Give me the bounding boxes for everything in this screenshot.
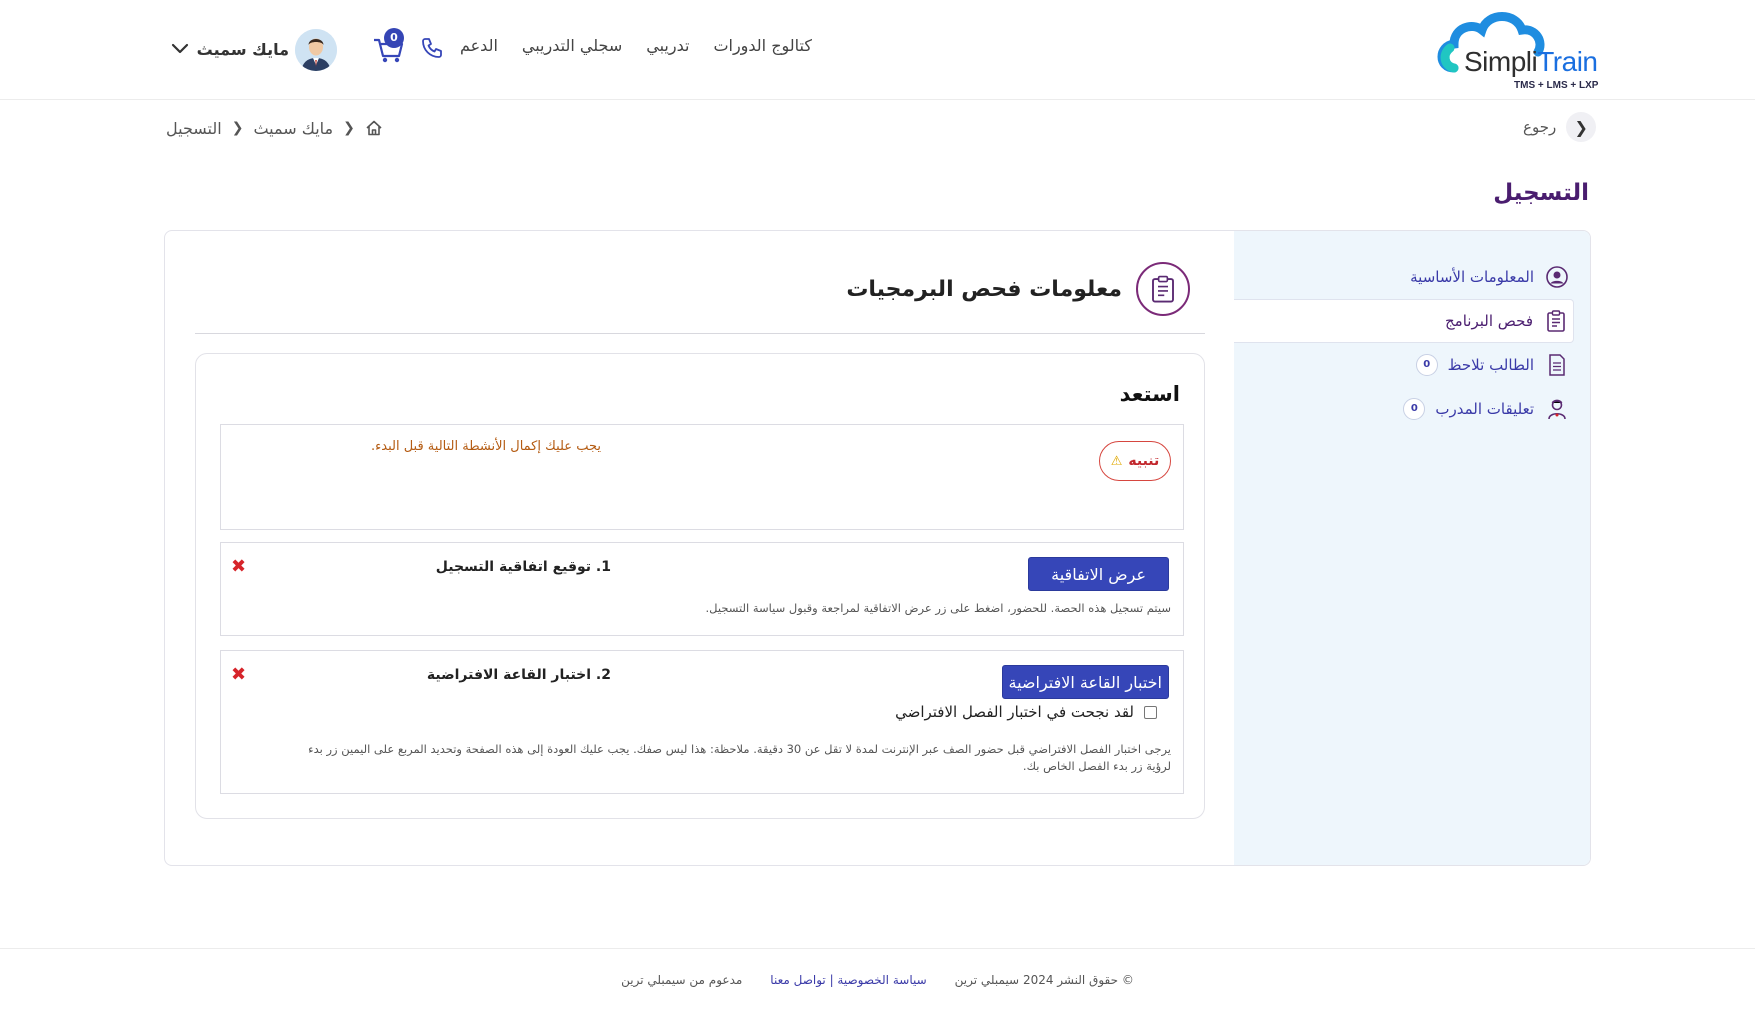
checkbox[interactable] [1144, 705, 1157, 719]
section-divider [195, 333, 1205, 334]
logo-text: SimpliTrain [1464, 46, 1598, 77]
section-header: معلومات فحص البرمجيات [846, 261, 1190, 317]
footer-row: © حقوق النشر 2024 سيمبلي ترين سياسة الخص… [0, 973, 1755, 987]
nav-my-training[interactable]: تدريبي [646, 36, 689, 62]
cart-count-badge: 0 [384, 28, 404, 48]
breadcrumb-separator-icon: ❯ [231, 120, 244, 136]
footer-links[interactable]: سياسة الخصوصية | تواصل معنا [770, 973, 926, 987]
simplitrain-logo[interactable]: SimpliTrain TMS + LMS + LXP [1436, 8, 1606, 96]
requirement-description: يرجى اختبار الفصل الافتراضي قبل حضور الص… [308, 742, 1171, 773]
top-header: SimpliTrain TMS + LMS + LXP كتالوج الدور… [0, 0, 1755, 100]
registration-sidebar: المعلومات الأساسية فحص البرنامج الطالب ت… [1234, 231, 1590, 865]
warning-icon: ⚠ [1110, 453, 1123, 469]
incomplete-x-icon: ✖ [231, 664, 247, 685]
registration-card: المعلومات الأساسية فحص البرنامج الطالب ت… [164, 230, 1591, 866]
avatar-person-icon [295, 29, 337, 71]
requirement-description: سيتم تسجيل هذه الحصة. للحضور، اضغط على ز… [705, 601, 1171, 615]
trainer-icon [1544, 396, 1570, 422]
user-circle-icon [1544, 264, 1570, 290]
user-name[interactable]: مايك سميث [197, 40, 289, 59]
nav-my-training-record[interactable]: سجلي التدريبي [522, 36, 622, 62]
view-agreement-button[interactable]: عرض الاتفاقية [1028, 557, 1169, 591]
alert-label: تنبيه [1128, 453, 1160, 469]
sidebar-item-label: تعليقات المدرب [1435, 400, 1534, 418]
alert-box: تنبيه ⚠ يجب عليك إكمال الأنشطة التالية ق… [220, 424, 1184, 530]
sidebar-item-label: فحص البرنامج [1444, 312, 1533, 330]
sidebar-item-student-notes[interactable]: الطالب تلاحظ 0 [1415, 343, 1570, 387]
footer-powered-by: مدعوم من سيمبلي ترين [621, 973, 743, 987]
footer-copyright: © حقوق النشر 2024 سيمبلي ترين [954, 973, 1134, 987]
sidebar-item-trainer-comments[interactable]: تعليقات المدرب 0 [1403, 387, 1570, 431]
requirement-label: 1. توقيع اتفاقية التسجيل [435, 559, 611, 575]
logo-tagline: TMS + LMS + LXP [1514, 80, 1599, 91]
count-badge: 0 [1403, 398, 1426, 420]
nav-support[interactable]: الدعم [460, 36, 498, 62]
breadcrumb: التسجيل ❯ مايك سميث ❯ [166, 116, 383, 140]
home-icon[interactable] [365, 119, 383, 137]
document-icon [1544, 352, 1570, 378]
chevron-right-icon[interactable]: ❯ [1566, 112, 1597, 142]
phone-icon[interactable] [420, 36, 444, 60]
user-avatar[interactable] [295, 29, 337, 71]
alert-message: يجب عليك إكمال الأنشطة التالية قبل البدء… [371, 439, 601, 454]
alert-badge: تنبيه ⚠ [1099, 441, 1171, 481]
readiness-title: استعد [1119, 382, 1180, 406]
page-title: التسجيل [1493, 180, 1589, 206]
sidebar-item-label: الطالب تلاحظ [1447, 356, 1534, 374]
clipboard-icon [1543, 308, 1569, 334]
requirement-virtual-room: اختبار القاعة الافتراضية 2. اختبار القاع… [220, 650, 1184, 794]
breadcrumb-user[interactable]: مايك سميث [253, 119, 333, 138]
test-virtual-room-button[interactable]: اختبار القاعة الافتراضية [1001, 665, 1169, 699]
nav-course-catalog[interactable]: كتالوج الدورات [713, 36, 812, 62]
sidebar-item-basic-info[interactable]: المعلومات الأساسية [1410, 255, 1570, 299]
back-label: رجوع [1523, 118, 1557, 136]
requirement-label: 2. اختبار القاعة الافتراضية [426, 667, 611, 683]
footer: © حقوق النشر 2024 سيمبلي ترين سياسة الخص… [0, 948, 1755, 1023]
sidebar-item-label: المعلومات الأساسية [1410, 268, 1534, 286]
virtual-class-passed-checkbox[interactable]: لقد نجحت في اختبار الفصل الافتراضي [895, 703, 1157, 721]
main-nav: كتالوج الدورات تدريبي سجلي التدريبي الدع… [460, 36, 812, 62]
clipboard-icon [1136, 262, 1190, 316]
checkbox-label: لقد نجحت في اختبار الفصل الافتراضي [895, 703, 1134, 721]
breadcrumb-current: التسجيل [166, 118, 222, 138]
breadcrumb-separator-icon: ❯ [343, 120, 355, 136]
back-link[interactable]: رجوع ❯ [1523, 112, 1597, 142]
readiness-panel: استعد تنبيه ⚠ يجب عليك إكمال الأنشطة الت… [195, 353, 1205, 819]
section-title: معلومات فحص البرمجيات [846, 276, 1122, 302]
count-badge: 0 [1415, 354, 1438, 376]
chevron-down-icon[interactable] [171, 42, 189, 56]
incomplete-x-icon: ✖ [231, 556, 247, 577]
requirement-agreement: عرض الاتفاقية 1. توقيع اتفاقية التسجيل ✖… [220, 542, 1184, 636]
sidebar-item-program-check[interactable]: فحص البرنامج [1234, 299, 1574, 343]
